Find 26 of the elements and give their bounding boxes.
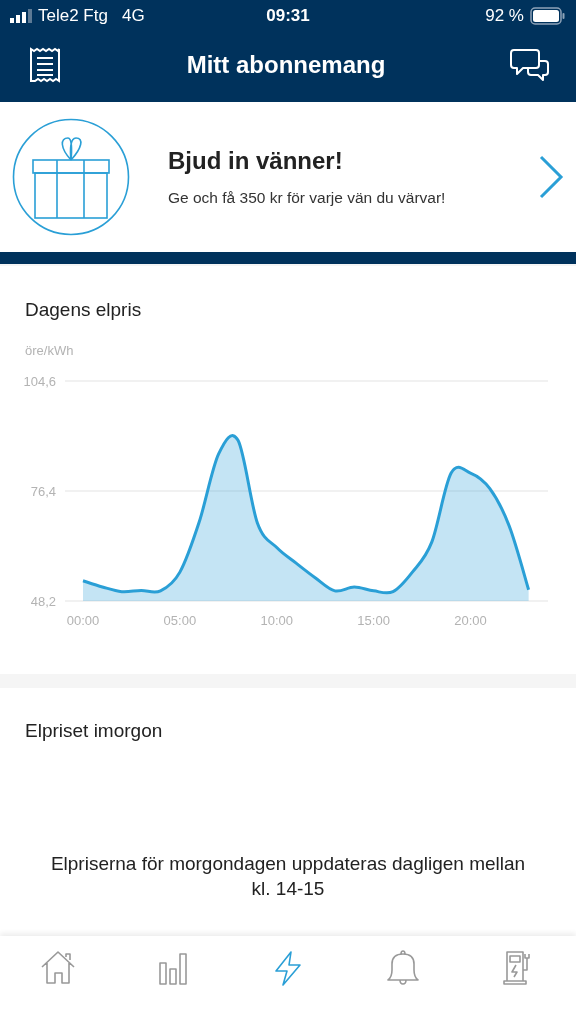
gift-icon — [12, 118, 130, 236]
chat-icon[interactable] — [510, 47, 550, 83]
receipt-icon[interactable] — [28, 47, 62, 83]
signal-icon — [10, 9, 32, 23]
axis-tick-label: 104,6 — [23, 374, 56, 389]
promo-title: Bjud in vänner! — [168, 147, 344, 175]
axis-unit-label: öre/kWh — [25, 343, 74, 358]
section-title: Elpriset imorgon — [24, 719, 164, 742]
clock: 09:31 — [266, 6, 310, 26]
axis-tick-label: 00:00 — [66, 613, 100, 628]
invite-banner[interactable]: Bjud in vänner! Ge och få 350 kr för varje vän du värvar! — [0, 102, 576, 252]
axis-tick-label: 76,4 — [30, 484, 56, 499]
promo-text: Ge och få 350 kr för varje vän du värvar! — [168, 189, 447, 207]
axis-tick-label: 10:00 — [260, 613, 294, 628]
page-title: Mitt abonnemang — [186, 51, 386, 79]
axis-tick-label: 20:00 — [454, 613, 487, 628]
axis-tick-label: 05:00 — [163, 613, 197, 628]
carrier-name: Tele2 Ftg — [38, 6, 108, 26]
section-title: Dagens elpris — [24, 298, 143, 321]
axis-tick-label: 15:00 — [357, 613, 390, 628]
chevron-right-icon — [538, 155, 564, 199]
info-message: Elpriserna för morgondagen uppdateras dagligen mellan kl. 14-15 — [49, 852, 527, 901]
axis-tick-label: 48,2 — [30, 594, 56, 609]
battery-percent: 92 % — [485, 6, 524, 26]
network-type: 4G — [121, 6, 145, 26]
battery-icon — [530, 7, 566, 25]
